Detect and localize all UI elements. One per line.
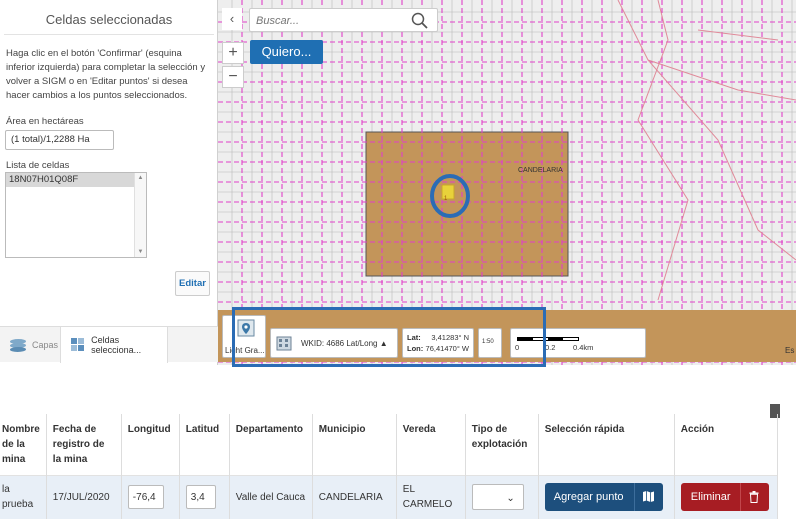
delete-label: Eliminar	[690, 490, 731, 503]
mines-table: Nombre de la mina Fecha de registro de l…	[0, 414, 778, 519]
cells-list[interactable]: 18N07H01Q08F ▲ ▼	[5, 172, 147, 258]
cell-vereda: EL CARMELO	[396, 475, 466, 519]
panel-tabs: Capas Celdas selecciona...	[0, 326, 218, 363]
search-input[interactable]	[256, 13, 406, 29]
cells-list-item[interactable]: 18N07H01Q08F	[6, 173, 134, 187]
trash-icon	[749, 491, 759, 504]
map-edge-label: Es	[785, 346, 795, 355]
wkid-text: WKID: 4686 Lat/Long ▲	[301, 339, 388, 348]
chevron-down-icon: ⌄	[506, 493, 515, 505]
cell-fecha: 17/JUL/2020	[46, 475, 122, 519]
lat-label: Lat:	[407, 333, 421, 342]
header-tipo: Tipo de explotación	[465, 414, 539, 476]
scale-label-end: 0.4km	[573, 343, 594, 352]
view-scale-button[interactable]: 1:50	[478, 328, 502, 358]
map-icon	[642, 491, 654, 503]
cell-longitud: -76,4	[121, 475, 180, 519]
basemap-toggle[interactable]: Light Gra...	[222, 315, 266, 358]
longitude-input[interactable]: -76,4	[127, 485, 164, 510]
lon-label: Lon:	[407, 344, 424, 353]
cells-list-scrollbar[interactable]: ▲ ▼	[134, 173, 146, 257]
area-label: Área en hectáreas	[6, 116, 84, 127]
tab-selected-label: Celdas selecciona...	[91, 335, 142, 355]
edit-button[interactable]: Editar	[175, 271, 210, 296]
cell-accion: Eliminar	[674, 475, 778, 519]
zoom-in-button[interactable]: +	[222, 42, 244, 64]
header-latitud: Latitud	[179, 414, 230, 476]
zoom-out-button[interactable]: −	[222, 66, 244, 88]
cell-nombre: la prueba	[0, 475, 47, 519]
selected-cells-panel: Celdas seleccionadas Haga clic en el bot…	[0, 0, 218, 365]
header-nombre: Nombre de la mina	[0, 414, 47, 476]
table-header-row: Nombre de la mina Fecha de registro de l…	[0, 414, 778, 476]
basemap-icon	[237, 319, 255, 337]
panel-divider	[4, 34, 214, 35]
map-view[interactable]: 1 CANDELARIA ‹ + − Quiero... Light Gra..…	[218, 0, 796, 365]
add-point-button[interactable]: Agregar punto	[544, 483, 663, 512]
cells-list-label: Lista de celdas	[6, 160, 70, 171]
layers-icon	[9, 339, 27, 352]
header-seleccion: Selección rápida	[538, 414, 675, 476]
search-box[interactable]	[249, 8, 438, 32]
view-scale-label: 1:50	[482, 339, 494, 345]
building-icon	[276, 336, 292, 351]
tab-selected-cells[interactable]: Celdas selecciona...	[60, 327, 168, 363]
scroll-up-icon[interactable]: ▲	[135, 175, 146, 181]
boundary-lines	[617, 0, 796, 301]
cell-municipio: CANDELARIA	[312, 475, 397, 519]
scale-bar-widget: 0 0.2 0.4km	[510, 328, 646, 358]
table-row: la prueba 17/JUL/2020 -76,4 3,4 Valle de…	[0, 475, 778, 519]
area-field[interactable]: (1 total)/1,2288 Ha	[5, 130, 114, 150]
scale-bar	[517, 337, 579, 341]
latitude-input[interactable]: 3,4	[185, 485, 216, 510]
panel-title: Celdas seleccionadas	[45, 12, 173, 27]
collapse-panel-button[interactable]: ‹	[222, 8, 242, 30]
projection-widget[interactable]: WKID: 4686 Lat/Long ▲	[270, 328, 398, 358]
delete-button[interactable]: Eliminar	[680, 483, 769, 512]
polygon-label: CANDELARIA	[518, 167, 563, 174]
header-fecha: Fecha de registro de la mina	[46, 414, 122, 476]
header-departamento: Departamento	[229, 414, 313, 476]
search-icon[interactable]	[411, 12, 429, 30]
scroll-down-icon[interactable]: ▼	[135, 249, 146, 255]
lon-value: 76,41470° W	[425, 344, 469, 353]
basemap-label: Light Gra...	[225, 346, 265, 355]
tab-layers[interactable]: Capas	[0, 327, 60, 363]
add-point-label: Agregar punto	[553, 490, 624, 503]
cell-tipo: ⌄	[465, 475, 539, 519]
cells-icon	[71, 338, 85, 352]
lat-value: 3,41283° N	[431, 333, 469, 342]
header-longitud: Longitud	[121, 414, 180, 476]
instructions-text: Haga clic en el botón 'Confirmar' (esqui…	[6, 48, 206, 101]
map-status-bar: Light Gra... WKID: 4686 Lat/Long ▲ Lat: …	[218, 310, 796, 362]
cell-latitud: 3,4	[179, 475, 230, 519]
header-municipio: Municipio	[312, 414, 397, 476]
scale-label-mid: 0.2	[545, 343, 556, 352]
cell-departamento: Valle del Cauca	[229, 475, 313, 519]
tab-layers-label: Capas	[32, 340, 59, 350]
quiero-button[interactable]: Quiero...	[250, 40, 323, 64]
header-vereda: Vereda	[396, 414, 466, 476]
coordinates-widget: Lat: 3,41283° N Lon: 76,41470° W	[402, 328, 474, 358]
header-accion: Acción	[674, 414, 778, 476]
scale-label-start: 0	[515, 343, 520, 352]
cell-seleccion: Agregar punto	[538, 475, 675, 519]
exploitation-type-select[interactable]: ⌄	[471, 484, 524, 511]
